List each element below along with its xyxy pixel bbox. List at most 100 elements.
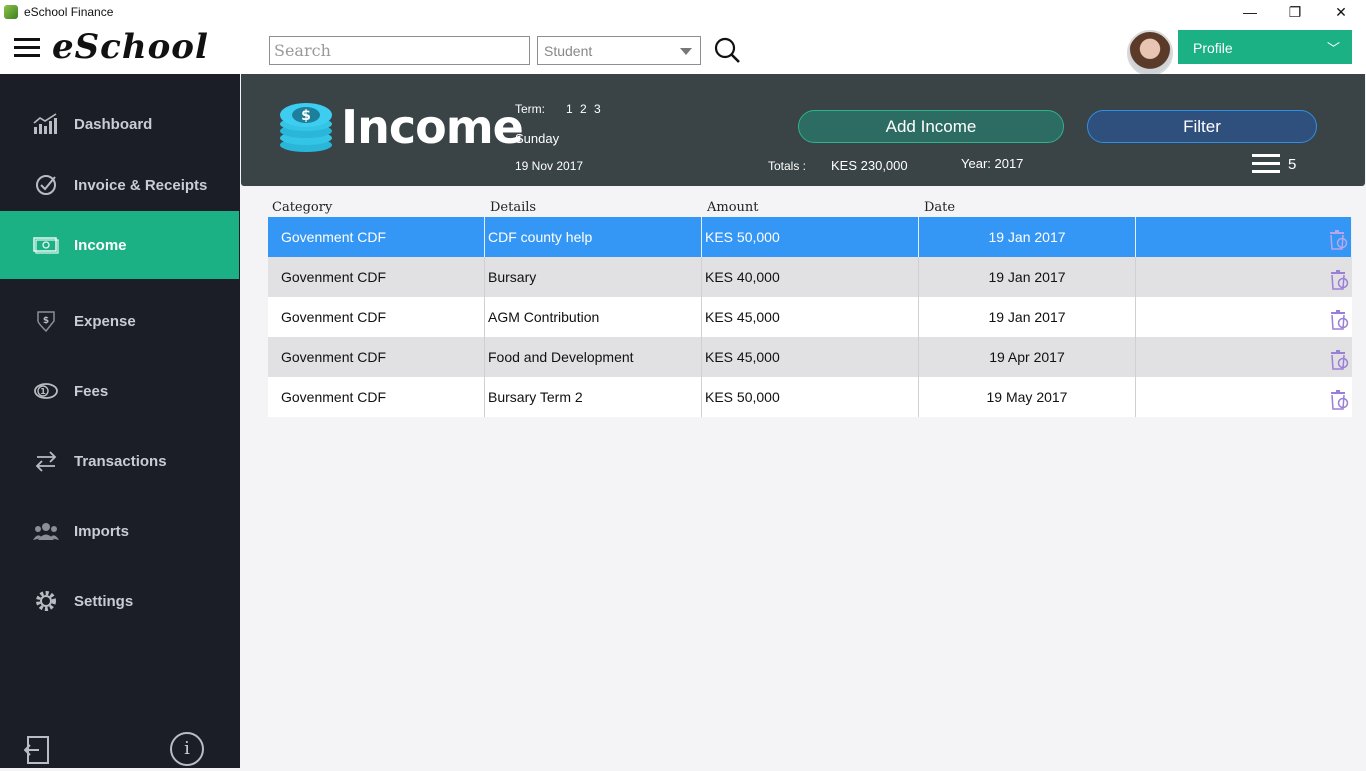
cell-actions [1136,377,1352,417]
profile-dropdown[interactable]: Profile ﹀ [1178,30,1352,64]
cell-details: Bursary Term 2 [485,377,702,417]
delete-icon[interactable] [1327,226,1349,250]
cell-date: 19 Jan 2017 [919,297,1136,337]
day-label: Sunday [515,131,560,146]
cell-actions [1136,257,1352,297]
search-icon[interactable] [713,36,741,64]
column-header-category: Category [272,200,333,215]
maximize-button[interactable]: ❐ [1272,0,1318,24]
group-icon [33,518,59,544]
sidebar-item-label: Fees [74,382,109,400]
chart-icon [33,111,59,137]
sidebar-item-transactions[interactable]: Transactions [0,427,239,495]
dropdown-caret-icon [680,48,692,55]
table-row[interactable]: Govenment CDF CDF county help KES 50,000… [268,217,1352,257]
cell-amount: KES 45,000 [702,337,919,377]
column-header-details: Details [490,200,537,215]
income-header-panel: $ Income Term: 1 2 3 Sunday 19 Nov 2017 … [241,74,1365,186]
page-title: Income [341,100,524,154]
search-type-selected: Student [544,43,593,59]
term-label: Term: [515,102,545,116]
cell-amount: KES 50,000 [702,377,919,417]
table-row[interactable]: Govenment CDF Bursary Term 2 KES 50,000 … [268,377,1352,417]
add-income-button[interactable]: Add Income [798,110,1064,143]
sidebar-item-fees[interactable]: 1 Fees [0,357,239,425]
cell-date: 19 May 2017 [919,377,1136,417]
sidebar: Dashboard Invoice & Receipts Income $ Ex… [0,74,240,768]
sidebar-item-label: Expense [74,312,136,330]
cell-date: 19 Jan 2017 [919,217,1136,257]
top-header: eSchool Student Profile ﹀ [0,24,1366,76]
sidebar-item-label: Invoice & Receipts [74,176,208,194]
check-circle-icon [33,172,59,198]
title-bar: eSchool Finance — ❐ ✕ [0,0,1366,24]
cell-amount: KES 45,000 [702,297,919,337]
sidebar-item-label: Settings [74,592,134,610]
window-title: eSchool Finance [24,5,114,19]
svg-text:1: 1 [40,387,46,396]
sidebar-item-label: Transactions [74,452,167,470]
svg-text:$: $ [301,108,311,124]
record-count: 5 [1288,156,1297,173]
profile-label: Profile [1193,40,1233,56]
cell-category: Govenment CDF [268,257,485,297]
sidebar-item-label: Dashboard [74,115,153,133]
swap-arrows-icon [33,448,59,474]
table-row[interactable]: Govenment CDF AGM Contribution KES 45,00… [268,297,1352,337]
hamburger-menu-icon[interactable] [14,38,40,58]
sidebar-item-expense[interactable]: $ Expense [0,287,239,355]
info-icon[interactable]: i [170,732,204,766]
cash-icon [33,232,59,258]
cell-actions [1136,297,1352,337]
table-row[interactable]: Govenment CDF Food and Development KES 4… [268,337,1352,377]
filter-button[interactable]: Filter [1087,110,1317,143]
sidebar-item-imports[interactable]: Imports [0,497,239,565]
cell-details: CDF county help [485,217,702,257]
cell-category: Govenment CDF [268,377,485,417]
cell-category: Govenment CDF [268,337,485,377]
cell-actions [1136,217,1352,257]
date-label: 19 Nov 2017 [515,159,584,173]
year-label: Year: 2017 [961,156,1024,171]
sidebar-item-settings[interactable]: Settings [0,567,239,635]
delete-icon[interactable] [1328,346,1350,370]
list-menu-icon[interactable] [1252,154,1280,174]
cell-actions [1136,337,1352,377]
cell-details: Food and Development [485,337,702,377]
cell-category: Govenment CDF [268,297,485,337]
logout-icon[interactable] [23,734,52,766]
column-header-date: Date [924,200,956,215]
shield-dollar-icon: $ [33,308,59,334]
sidebar-item-income[interactable]: Income [0,211,239,279]
app-icon [4,5,18,19]
sidebar-item-label: Income [74,236,127,254]
user-avatar[interactable] [1127,30,1173,76]
cell-details: AGM Contribution [485,297,702,337]
coin-icon: 1 [33,378,59,404]
delete-icon[interactable] [1328,306,1350,330]
income-table: Govenment CDF CDF county help KES 50,000… [268,217,1352,417]
search-type-select[interactable]: Student [537,36,701,65]
coin-stack-icon: $ [278,101,336,153]
term-selector[interactable]: 1 2 3 [566,102,601,116]
minimize-button[interactable]: — [1227,0,1273,24]
delete-icon[interactable] [1328,266,1350,290]
app-logo: eSchool [52,27,209,67]
sidebar-item-invoice-receipts[interactable]: Invoice & Receipts [0,151,239,219]
svg-text:$: $ [43,316,49,326]
delete-icon[interactable] [1328,386,1350,410]
chevron-down-icon: ﹀ [1326,41,1340,56]
cell-amount: KES 50,000 [702,217,919,257]
column-header-amount: Amount [707,200,759,215]
cell-amount: KES 40,000 [702,257,919,297]
sidebar-item-label: Imports [74,522,130,540]
close-button[interactable]: ✕ [1318,0,1364,24]
search-input[interactable] [269,36,530,65]
sidebar-item-dashboard[interactable]: Dashboard [0,90,239,158]
gear-icon [33,588,59,614]
cell-category: Govenment CDF [268,217,485,257]
totals-label: Totals : [768,159,807,173]
table-row[interactable]: Govenment CDF Bursary KES 40,000 19 Jan … [268,257,1352,297]
cell-date: 19 Jan 2017 [919,257,1136,297]
totals-value: KES 230,000 [831,158,908,173]
